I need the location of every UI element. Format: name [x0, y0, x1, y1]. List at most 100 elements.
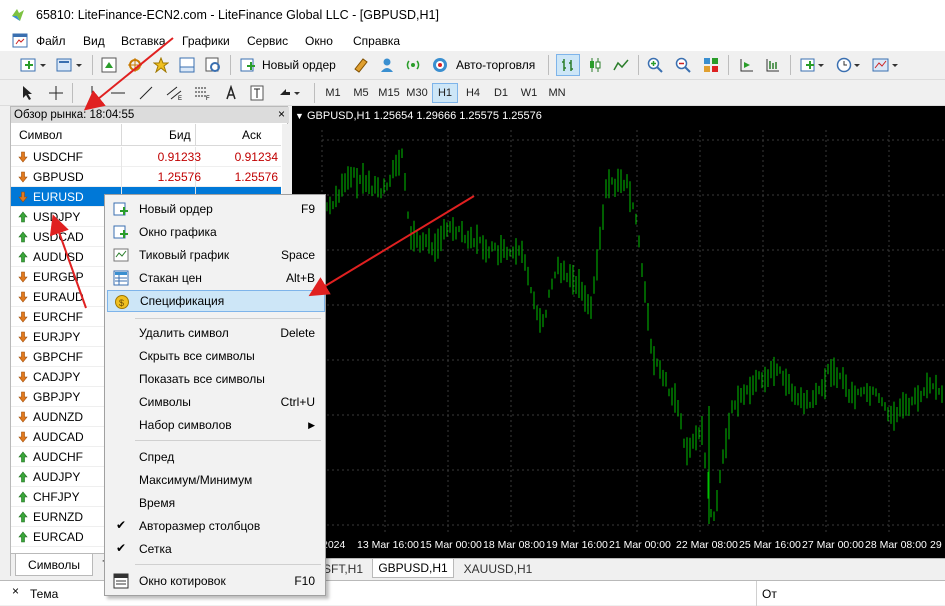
- chart-window[interactable]: 2024 13 Mar 16:00 15 Mar 00:00 18 Mar 08:00…: [292, 106, 945, 558]
- menu-item-chart-window[interactable]: Окно графика: [107, 221, 325, 243]
- menu-insert[interactable]: Вставка: [121, 34, 166, 48]
- menu-item-spread[interactable]: Спред: [107, 446, 325, 468]
- chart-window-icon: [113, 225, 128, 239]
- fibonacci-button[interactable]: F: [192, 82, 214, 104]
- menu-charts[interactable]: Графики: [182, 34, 230, 48]
- timeframe-m30[interactable]: M30: [404, 83, 430, 103]
- vertical-line-icon: [91, 86, 93, 100]
- chart-menu-triangle-icon[interactable]: ▼: [295, 111, 304, 121]
- market-watch-column-headers: Символ Бид Аск: [11, 124, 281, 146]
- price-up-icon: [18, 251, 28, 263]
- menu-item-label: Символы: [139, 395, 191, 409]
- equidistant-channel-button[interactable]: E: [164, 82, 186, 104]
- auto-scroll-icon: [740, 59, 753, 72]
- tab-symbols[interactable]: Символы: [15, 554, 93, 576]
- menu-help[interactable]: Справка: [353, 34, 400, 48]
- menu-item-symbols[interactable]: Символы Ctrl+U: [107, 391, 325, 413]
- menu-item-high-low[interactable]: Максимум/Минимум: [107, 469, 325, 491]
- timeframe-h4[interactable]: H4: [460, 83, 486, 103]
- timeframe-m1[interactable]: M1: [320, 83, 346, 103]
- data-window-button[interactable]: [124, 54, 146, 76]
- x-axis-label: 22 Mar 08:00: [676, 539, 738, 551]
- arrows-button[interactable]: [276, 82, 304, 104]
- menu-view[interactable]: Вид: [83, 34, 105, 48]
- strategy-tester-button[interactable]: [202, 54, 224, 76]
- timeframe-m15[interactable]: M15: [376, 83, 402, 103]
- tile-windows-icon: [704, 58, 718, 72]
- menu-file[interactable]: Файл: [36, 34, 66, 48]
- profiles-button[interactable]: [54, 54, 86, 76]
- broadcast-button[interactable]: [402, 54, 424, 76]
- menu-item-show-all[interactable]: Показать все символы: [107, 368, 325, 390]
- menu-item-depth-of-market[interactable]: Стакан цен Alt+B: [107, 267, 325, 289]
- auto-trading-button[interactable]: Авто-торговля: [430, 54, 542, 76]
- cursor-button[interactable]: [18, 82, 38, 104]
- zoom-out-icon: [675, 57, 691, 73]
- user-icon: [381, 58, 393, 72]
- text-label-button[interactable]: [248, 82, 266, 104]
- metaeditor-button[interactable]: [350, 54, 372, 76]
- candlestick-button[interactable]: [584, 54, 606, 76]
- templates-button[interactable]: [870, 54, 902, 76]
- menu-item-hide-all[interactable]: Скрыть все символы: [107, 345, 325, 367]
- menu-item-auto-arrange[interactable]: ✔ Авторазмер столбцов: [107, 515, 325, 537]
- timeframe-h1[interactable]: H1: [432, 83, 458, 103]
- menu-item-symbol-sets[interactable]: Набор символов ▶: [107, 414, 325, 436]
- timeframe-d1[interactable]: D1: [488, 83, 514, 103]
- menu-item-tick-chart[interactable]: Тиковый график Space: [107, 244, 325, 266]
- new-order-button[interactable]: Новый ордер: [240, 54, 344, 76]
- text-button[interactable]: [222, 82, 240, 104]
- column-from[interactable]: От: [762, 587, 777, 601]
- menu-item-new-order[interactable]: Новый ордер F9: [107, 198, 325, 220]
- column-subject[interactable]: Тема: [30, 587, 58, 601]
- zoom-in-button[interactable]: [644, 54, 666, 76]
- column-ask[interactable]: Аск: [242, 128, 261, 142]
- menu-item-label: Набор символов: [139, 418, 232, 432]
- chart-tab-gbpusd[interactable]: GBPUSD,H1: [372, 559, 454, 578]
- line-chart-button[interactable]: [610, 54, 632, 76]
- price-up-icon: [18, 231, 28, 243]
- menu-window[interactable]: Окно: [305, 34, 333, 48]
- market-watch-row[interactable]: USDCHF 0.91233 0.91234: [11, 147, 281, 167]
- chart-tab-xauusd[interactable]: XAUUSD,H1: [456, 559, 540, 578]
- new-chart-button[interactable]: [18, 54, 50, 76]
- menu-item-grid[interactable]: ✔ Сетка: [107, 538, 325, 560]
- periods-button[interactable]: [834, 54, 864, 76]
- trendline-button[interactable]: [136, 82, 156, 104]
- tile-windows-button[interactable]: [700, 54, 722, 76]
- menu-item-time[interactable]: Время: [107, 492, 325, 514]
- terminal-button[interactable]: [176, 54, 198, 76]
- timeframe-mn[interactable]: MN: [544, 83, 570, 103]
- horizontal-line-button[interactable]: [108, 82, 128, 104]
- child-window-icon[interactable]: [12, 33, 28, 48]
- close-icon[interactable]: ×: [278, 107, 285, 121]
- menu-item-delete-symbol[interactable]: Удалить символ Delete: [107, 322, 325, 344]
- zoom-out-button[interactable]: [672, 54, 694, 76]
- timeframe-m5[interactable]: M5: [348, 83, 374, 103]
- menu-item-quotes-window[interactable]: Окно котировок F10: [107, 570, 325, 592]
- column-divider: [195, 124, 196, 146]
- menu-item-specification[interactable]: $ Спецификация: [107, 290, 325, 312]
- chart-shift-button[interactable]: [762, 54, 784, 76]
- menu-item-label: Авторазмер столбцов: [139, 519, 261, 533]
- channel-icon: E: [166, 86, 182, 101]
- column-bid[interactable]: Бид: [169, 128, 191, 142]
- auto-scroll-button[interactable]: [736, 54, 758, 76]
- timeframe-w1[interactable]: W1: [516, 83, 542, 103]
- column-symbol[interactable]: Символ: [19, 128, 62, 142]
- menu-tools[interactable]: Сервис: [247, 34, 288, 48]
- symbol-name: EURGBP: [33, 270, 84, 284]
- vertical-line-button[interactable]: [82, 82, 102, 104]
- indicators-button[interactable]: [798, 54, 828, 76]
- bid-price: 1.25576: [157, 170, 201, 184]
- menu-item-label: Время: [139, 496, 176, 510]
- signals-button[interactable]: [376, 54, 398, 76]
- market-watch-button[interactable]: [98, 54, 120, 76]
- navigator-button[interactable]: [150, 54, 172, 76]
- bar-chart-button[interactable]: [556, 54, 580, 76]
- crosshair-button[interactable]: [46, 82, 66, 104]
- price-down-icon: [18, 311, 28, 323]
- market-watch-header: Обзор рынка: 18:04:55 ×: [11, 107, 289, 123]
- close-icon[interactable]: ×: [12, 584, 19, 598]
- market-watch-row[interactable]: GBPUSD 1.25576 1.25576: [11, 167, 281, 187]
